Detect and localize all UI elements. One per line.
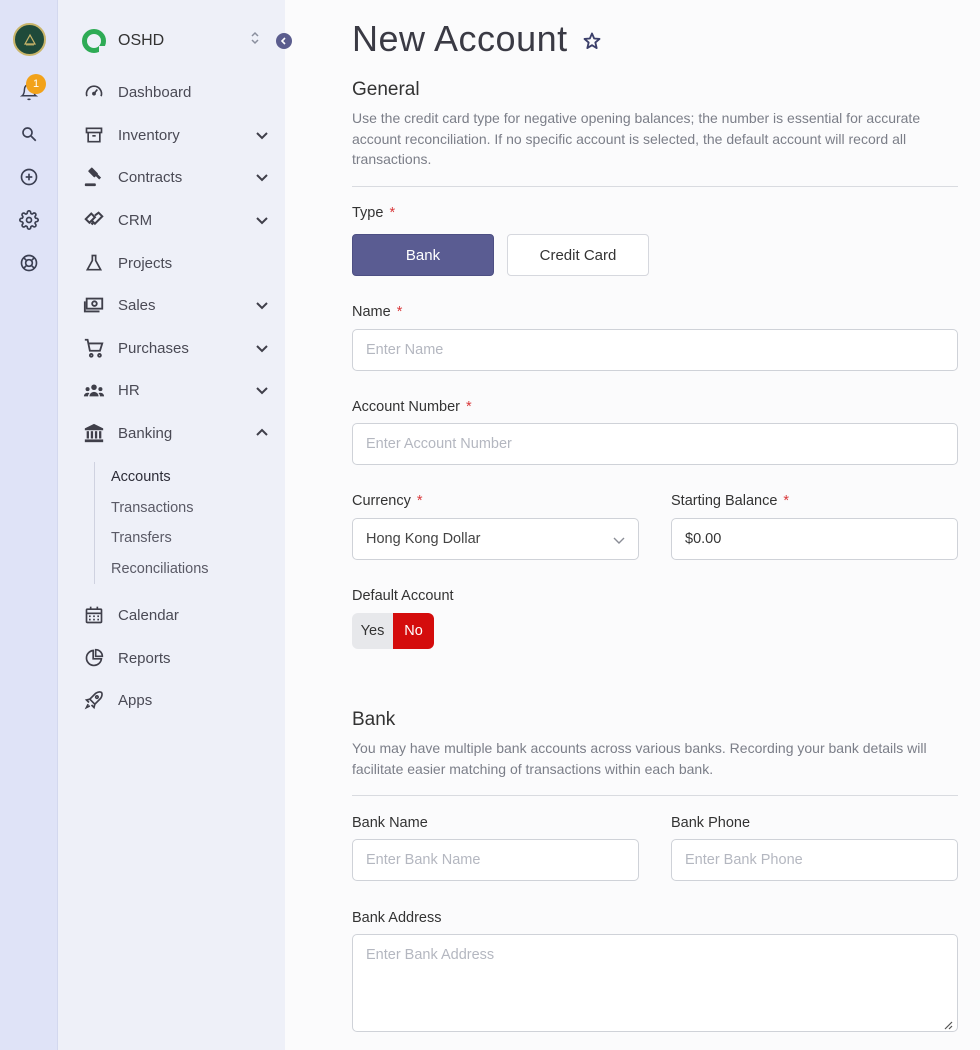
- search-icon[interactable]: [17, 122, 41, 146]
- default-account-label: Default Account: [352, 588, 454, 604]
- org-switcher[interactable]: OSHD: [82, 28, 164, 54]
- general-section-title: General: [352, 79, 420, 100]
- subnav-item-accounts[interactable]: Accounts: [95, 462, 209, 493]
- bank-address-label: Bank Address: [352, 910, 442, 926]
- plus-circle-icon[interactable]: [17, 165, 41, 189]
- sidebar-item-sales[interactable]: Sales: [82, 289, 270, 321]
- default-account-toggle[interactable]: Yes No: [352, 613, 434, 649]
- sidebar-item-label: Apps: [118, 691, 153, 709]
- archive-icon: [82, 123, 106, 147]
- sidebar-item-label: Purchases: [118, 339, 189, 357]
- gauge-icon: [82, 80, 106, 104]
- chevron-down-icon: [612, 533, 626, 547]
- chevron-down-icon: [254, 212, 270, 228]
- currency-label: Currency *: [352, 493, 423, 509]
- currency-value: Hong Kong Dollar: [366, 531, 481, 547]
- bank-phone-label: Bank Phone: [671, 815, 751, 831]
- general-section-description: Use the credit card type for negative op…: [352, 110, 921, 167]
- brand-logo-icon: [82, 29, 107, 54]
- gavel-icon: [82, 165, 106, 189]
- sidebar-item-reports[interactable]: Reports: [82, 642, 270, 674]
- bank-icon: [82, 421, 106, 445]
- sidebar-item-label: Reports: [118, 649, 171, 667]
- calendar-icon: [82, 603, 106, 627]
- lifebuoy-icon[interactable]: [17, 251, 41, 275]
- type-label: Type *: [352, 205, 396, 221]
- sidebar-item-inventory[interactable]: Inventory: [82, 119, 270, 151]
- name-input[interactable]: [352, 329, 958, 371]
- type-credit-card-button[interactable]: Credit Card: [507, 234, 649, 276]
- brand-name: OSHD: [118, 32, 165, 49]
- sidebar-item-label: Sales: [118, 296, 156, 314]
- bank-name-label: Bank Name: [352, 815, 428, 831]
- star-icon[interactable]: [582, 31, 604, 53]
- sidebar-item-label: Banking: [118, 424, 173, 442]
- sidebar-item-label: Calendar: [118, 606, 179, 624]
- account-number-input[interactable]: [352, 423, 958, 465]
- sidebar-item-dashboard[interactable]: Dashboard: [82, 76, 270, 108]
- icon-rail: 1: [0, 0, 58, 1050]
- switch-org-icon[interactable]: [250, 30, 260, 47]
- starting-balance-label: Starting Balance *: [671, 493, 790, 509]
- sidebar-item-crm[interactable]: CRM: [82, 204, 270, 236]
- bank-name-input[interactable]: [352, 839, 639, 881]
- gear-icon[interactable]: [17, 208, 41, 232]
- page-title: New Account: [352, 18, 568, 59]
- chevron-down-icon: [254, 340, 270, 356]
- default-account-yes[interactable]: Yes: [352, 613, 393, 649]
- sidebar: OSHD Dashboard Inventory Contracts CRM P…: [58, 0, 292, 1050]
- sidebar-item-label: Inventory: [118, 126, 180, 144]
- main-content: New Account General Use the credit card …: [285, 0, 980, 1050]
- handshake-icon: [82, 208, 106, 232]
- type-bank-button[interactable]: Bank: [352, 234, 494, 276]
- currency-select[interactable]: Hong Kong Dollar: [352, 518, 639, 560]
- sidebar-item-label: CRM: [118, 211, 153, 229]
- default-account-no[interactable]: No: [393, 613, 434, 649]
- subnav-item-transfers[interactable]: Transfers: [95, 523, 209, 554]
- chevron-up-icon: [254, 425, 270, 441]
- chevron-down-icon: [254, 127, 270, 143]
- chevron-down-icon: [254, 382, 270, 398]
- sidebar-item-label: Contracts: [118, 168, 183, 186]
- sidebar-item-projects[interactable]: Projects: [82, 247, 270, 279]
- cart-icon: [82, 336, 106, 360]
- subnav-item-transactions[interactable]: Transactions: [95, 493, 209, 524]
- starting-balance-input[interactable]: [671, 518, 958, 560]
- sidebar-item-contracts[interactable]: Contracts: [82, 161, 270, 193]
- sidebar-item-label: Dashboard: [118, 83, 192, 101]
- money-icon: [82, 293, 106, 317]
- divider: [352, 186, 958, 187]
- account-number-label: Account Number *: [352, 399, 472, 415]
- chevron-down-icon: [254, 297, 270, 313]
- banking-subnav: Accounts Transactions Transfers Reconcil…: [94, 462, 209, 584]
- name-label: Name *: [352, 304, 403, 320]
- bank-section-title: Bank: [352, 709, 396, 730]
- bank-section-description: You may have multiple bank accounts acro…: [352, 740, 927, 777]
- pie-chart-icon: [82, 646, 106, 670]
- subnav-item-reconciliations[interactable]: Reconciliations: [95, 554, 209, 585]
- sidebar-item-calendar[interactable]: Calendar: [82, 599, 270, 631]
- bank-address-textarea[interactable]: [352, 934, 958, 1032]
- sidebar-item-hr[interactable]: HR: [82, 374, 270, 406]
- sidebar-item-label: Projects: [118, 254, 173, 272]
- people-icon: [82, 378, 106, 402]
- sidebar-item-purchases[interactable]: Purchases: [82, 332, 270, 364]
- rocket-icon: [82, 688, 106, 712]
- sidebar-item-apps[interactable]: Apps: [82, 684, 270, 716]
- bank-phone-input[interactable]: [671, 839, 958, 881]
- sidebar-item-label: HR: [118, 381, 140, 399]
- sidebar-item-banking[interactable]: Banking: [82, 417, 270, 449]
- notification-badge: 1: [26, 74, 46, 94]
- company-logo[interactable]: [13, 23, 46, 56]
- resize-handle-icon[interactable]: [943, 1017, 953, 1030]
- flask-icon: [82, 251, 106, 275]
- divider: [352, 795, 958, 796]
- chevron-down-icon: [254, 169, 270, 185]
